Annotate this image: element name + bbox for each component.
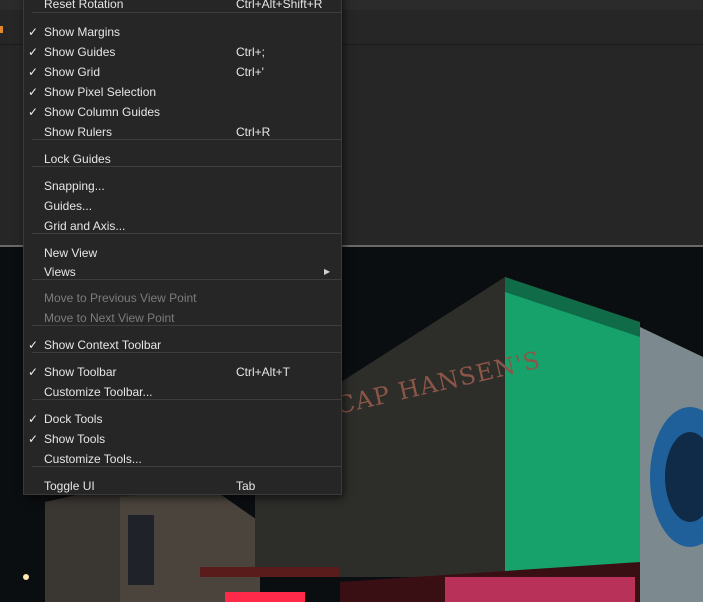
menu-separator — [32, 233, 342, 234]
menu-item-toggle-ui[interactable]: Toggle UI Tab — [24, 476, 341, 496]
menu-item-label: Toggle UI — [44, 479, 95, 493]
menu-separator — [32, 166, 342, 167]
menu-separator — [32, 279, 342, 280]
menu-separator — [32, 352, 342, 353]
menu-item-show-margins[interactable]: ✓ Show Margins — [24, 22, 341, 42]
menu-item-label: Snapping... — [44, 179, 105, 193]
menu-item-label: Dock Tools — [44, 412, 103, 426]
menu-separator — [32, 139, 342, 140]
menu-item-show-grid[interactable]: ✓ Show Grid Ctrl+' — [24, 62, 341, 82]
checkmark-icon: ✓ — [28, 25, 39, 39]
checkmark-icon: ✓ — [28, 85, 39, 99]
menu-item-guides[interactable]: Guides... — [24, 196, 341, 216]
menu-item-label: Show Grid — [44, 65, 101, 79]
menu-item-shortcut: Ctrl+; — [236, 45, 266, 59]
menu-separator — [32, 325, 342, 326]
menu-item-label: Show Toolbar — [44, 365, 117, 379]
checkmark-icon: ✓ — [28, 365, 39, 379]
menu-item-label: Move to Previous View Point — [44, 291, 197, 305]
checkmark-icon: ✓ — [28, 432, 39, 446]
menu-item-show-pixel-selection[interactable]: ✓ Show Pixel Selection — [24, 82, 341, 102]
menu-item-show-column-guides[interactable]: ✓ Show Column Guides — [24, 102, 341, 122]
menu-item-dock-tools[interactable]: ✓ Dock Tools — [24, 409, 341, 429]
menu-separator — [32, 12, 342, 13]
menu-item-shortcut: Tab — [236, 479, 256, 493]
menu-item-label: Show Pixel Selection — [44, 85, 157, 99]
menu-item-show-guides[interactable]: ✓ Show Guides Ctrl+; — [24, 42, 341, 62]
menu-item-new-view[interactable]: New View — [24, 243, 341, 263]
menu-item-label: Show Margins — [44, 25, 121, 39]
menu-item-label: New View — [44, 246, 98, 260]
menu-item-label: Guides... — [44, 199, 93, 213]
menu-item-shortcut: Ctrl+' — [236, 65, 264, 79]
menu-item-label: Show Column Guides — [44, 105, 161, 119]
menu-item-snapping[interactable]: Snapping... — [24, 176, 341, 196]
menu-item-shortcut: Ctrl+Alt+T — [236, 365, 291, 379]
menu-item-move-to-previous-view-point: Move to Previous View Point — [24, 288, 341, 308]
menu-separator — [32, 466, 342, 467]
checkmark-icon: ✓ — [28, 105, 39, 119]
view-menu[interactable]: Reset Rotation Ctrl+Alt+Shift+R ✓ Show Marg… — [23, 0, 342, 495]
checkmark-icon: ✓ — [28, 412, 39, 426]
accent-tick — [0, 26, 3, 33]
menu-item-show-tools[interactable]: ✓ Show Tools — [24, 429, 341, 449]
menu-item-label: Show Tools — [44, 432, 106, 446]
checkmark-icon: ✓ — [28, 65, 39, 79]
menu-separator — [32, 399, 342, 400]
checkmark-icon: ✓ — [28, 45, 39, 59]
menu-item-label: Show Guides — [44, 45, 116, 59]
menu-item-show-toolbar[interactable]: ✓ Show Toolbar Ctrl+Alt+T — [24, 362, 341, 382]
